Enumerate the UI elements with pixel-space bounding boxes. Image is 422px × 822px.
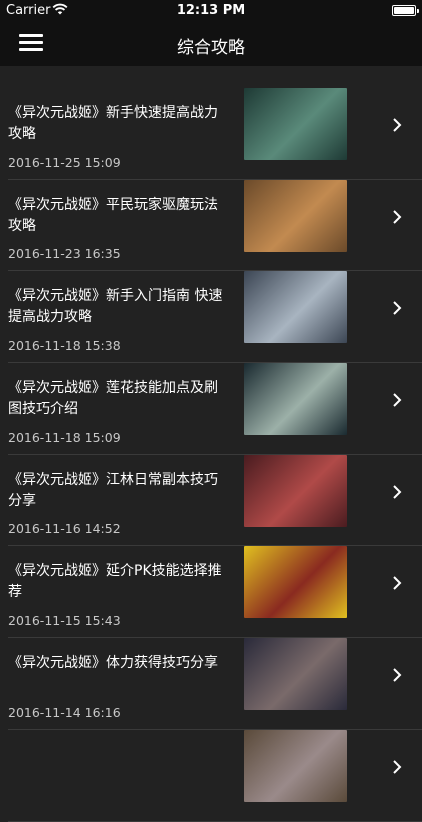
article-thumbnail xyxy=(244,546,347,619)
article-thumbnail xyxy=(244,729,347,802)
article-date: 2016-11-23 16:35 xyxy=(8,246,121,262)
chevron-right-icon xyxy=(393,485,402,499)
article-list-item[interactable]: 《异次元战姬》莲花技能加点及刷图技巧介绍 2016-11-18 15:09 xyxy=(0,363,422,455)
chevron-right-icon xyxy=(393,301,402,316)
article-list-item[interactable]: 《异次元战姬》新手快速提高战力攻略 2016-11-25 15:09 xyxy=(0,88,422,180)
article-list-item[interactable]: 《异次元战姬》体力获得技巧分享 2016-11-14 16:16 xyxy=(0,638,422,730)
article-thumbnail xyxy=(244,271,347,344)
article-title: 《异次元战姬》莲花技能加点及刷图技巧介绍 xyxy=(8,380,218,418)
article-thumbnail xyxy=(244,454,347,527)
chevron-right-icon xyxy=(393,393,402,407)
article-list-item[interactable]: 《异次元战姬》新手入门指南 快速提高战力攻略 2016-11-18 15:38 xyxy=(0,271,422,364)
article-date: 2016-11-18 15:38 xyxy=(8,338,121,354)
article-title: 《异次元战姬》延介PK技能选择推荐 xyxy=(8,563,222,601)
article-list-item[interactable]: 《异次元战姬》江林日常副本技巧分享 2016-11-16 14:52 xyxy=(0,454,422,547)
chevron-right-icon xyxy=(393,118,402,132)
chevron-right-icon xyxy=(393,760,402,774)
article-list-item[interactable]: 《异次元战姬》延介PK技能选择推荐 2016-11-15 15:43 xyxy=(0,546,422,639)
article-list-item[interactable] xyxy=(0,729,422,822)
article-title: 《异次元战姬》新手入门指南 快速提高战力攻略 xyxy=(8,288,223,326)
clock: 12:13 PM xyxy=(176,3,246,18)
article-title: 《异次元战姬》新手快速提高战力攻略 xyxy=(8,105,218,142)
article-thumbnail xyxy=(244,363,347,436)
article-date: 2016-11-16 14:52 xyxy=(8,521,121,537)
chevron-right-icon xyxy=(393,576,402,591)
page-title: 综合攻略 xyxy=(177,38,245,58)
article-date: 2016-11-14 16:16 xyxy=(8,704,121,720)
article-date: 2016-11-18 15:09 xyxy=(8,429,121,445)
battery-icon xyxy=(392,5,419,16)
article-title: 《异次元战姬》体力获得技巧分享 xyxy=(8,655,218,672)
chevron-right-icon xyxy=(393,668,402,682)
article-title: 《异次元战姬》江林日常副本技巧分享 xyxy=(8,471,218,509)
status-bar: Carrier 12:13 PM xyxy=(0,0,422,22)
article-thumbnail xyxy=(244,179,347,252)
chevron-right-icon xyxy=(393,209,402,224)
article-title: 《异次元战姬》平民玩家驱魔玩法攻略 xyxy=(8,196,218,234)
navigation-bar: 综合攻略 xyxy=(0,22,422,66)
article-list-item[interactable]: 《异次元战姬》平民玩家驱魔玩法攻略 2016-11-23 16:35 xyxy=(0,179,422,272)
article-list: 《异次元战姬》新手快速提高战力攻略 2016-11-25 15:09 《异次元战姬》… xyxy=(0,88,422,822)
divider xyxy=(8,820,422,822)
article-thumbnail xyxy=(244,88,347,160)
article-date: 2016-11-15 15:43 xyxy=(8,613,121,629)
article-date: 2016-11-25 15:09 xyxy=(8,154,121,170)
article-thumbnail xyxy=(244,638,347,711)
